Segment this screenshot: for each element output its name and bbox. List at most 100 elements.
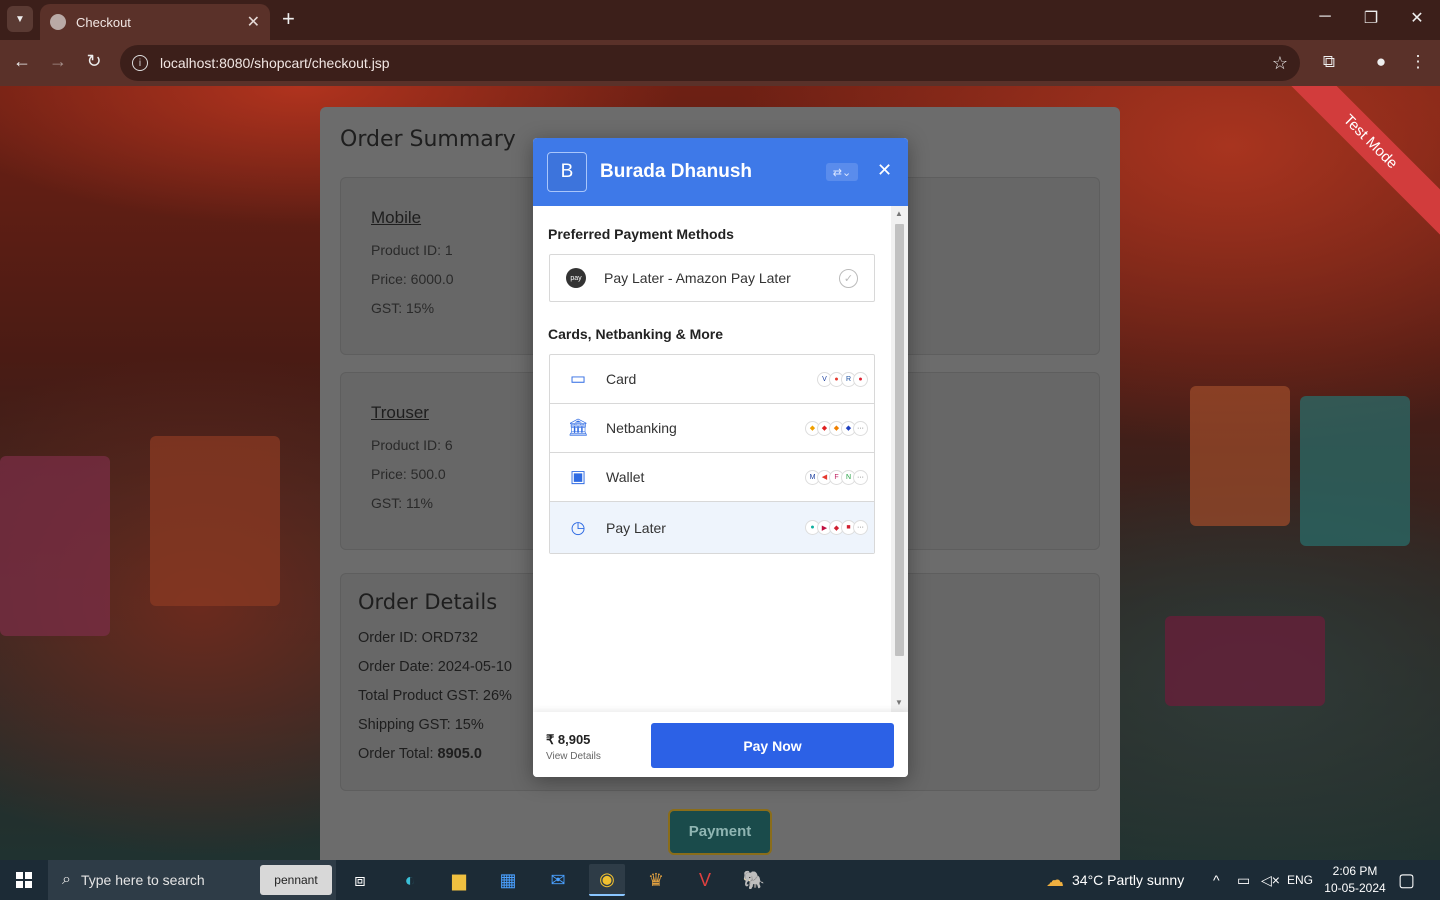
edge-icon[interactable]: ◐ [392,864,428,896]
modal-footer: ₹ 8,905 View Details Pay Now [533,712,908,777]
merchant-name: Burada Dhanush [600,161,753,182]
amount: ₹ 8,905 [546,732,591,747]
pennant-widget[interactable]: pennant [260,865,332,895]
globe-icon [50,14,66,30]
merchant-logo: B [547,152,587,192]
payment-modal: B Burada Dhanush ⇄⌄ ✕ Preferred Payment … [533,138,908,777]
tab-search-button[interactable]: ▼ [7,6,33,32]
chevron-down-icon: ▼ [15,13,25,25]
more-icon: ··· [853,420,868,436]
decor-box [1300,396,1410,546]
modal-header: B Burada Dhanush ⇄⌄ ✕ [533,138,908,206]
test-mode-ribbon: Test Mode [1266,86,1440,246]
show-hidden-icons[interactable]: ^ [1213,860,1220,900]
new-tab-button[interactable]: + [282,8,295,30]
task-view-icon[interactable]: ⧈ [342,864,378,896]
app-icon[interactable]: V [687,864,723,896]
info-icon[interactable]: i [132,55,148,71]
payment-button[interactable]: Payment [668,809,772,855]
method-card[interactable]: ▭ Card V ● R ● [550,355,874,404]
bank-icon: 🏛 [567,418,589,437]
wallet-logos: M ◀ F N ··· [805,469,868,485]
view-details-link[interactable]: View Details [546,751,601,762]
network-icon[interactable]: ▭ [1237,860,1250,900]
url-text: localhost:8080/shopcart/checkout.jsp [160,55,390,71]
maestro-logo-icon: ● [853,371,868,387]
volume-icon[interactable]: ◁× [1261,860,1280,900]
modal-scrollbar[interactable]: ▲ ▼ [891,206,908,712]
order-total: Order Total: 8905.0 [358,746,482,762]
order-total-label: Order Total: [358,746,438,762]
taskbar: ⌕ Type here to search pennant ⧈ ◐ ▆ ▦ ✉ … [0,860,1440,900]
forward-button[interactable]: → [46,51,70,72]
method-label: Netbanking [606,420,677,436]
notifications-icon[interactable]: ▢ [1398,860,1415,900]
language-indicator[interactable]: ENG [1287,860,1313,900]
decor-box [1190,386,1290,526]
minimize-button[interactable]: ─ [1315,8,1335,26]
decor-box [1165,616,1325,706]
method-wallet[interactable]: ▣ Wallet M ◀ F N ··· [550,453,874,502]
address-bar[interactable]: i localhost:8080/shopcart/checkout.jsp ☆ [120,45,1300,81]
bank-logos: ◆ ◆ ◆ ◆ ··· [805,420,868,436]
pay-now-button[interactable]: Pay Now [651,723,894,768]
scrollbar-thumb[interactable] [895,224,904,656]
tab-title: Checkout [76,14,131,30]
pay-later-icon: ◷ [570,517,586,537]
scroll-down-icon[interactable]: ▼ [895,698,903,707]
close-window-button[interactable]: ✕ [1407,8,1427,28]
store-icon[interactable]: ▦ [490,864,526,896]
more-icon: ··· [853,520,868,535]
windows-logo-icon [16,872,32,888]
method-pay-later[interactable]: ◷ Pay Later ● ▶ ◆ ■ ··· [550,502,874,553]
restore-button[interactable]: ❐ [1361,8,1381,28]
clock[interactable]: 2:06 PM 10-05-2024 [1318,863,1392,897]
product-id: Product ID: 1 [371,242,453,258]
preferred-methods-title: Preferred Payment Methods [548,226,734,242]
close-tab-icon[interactable]: ✕ [247,12,260,32]
extensions-icon[interactable]: ⧉ [1318,52,1340,72]
order-summary-title: Order Summary [340,127,516,152]
decor-box [150,436,280,606]
start-button[interactable] [0,860,48,900]
product-price: Price: 6000.0 [371,271,454,287]
postgres-icon[interactable]: 🐘 [736,864,772,896]
more-icon: ··· [853,469,868,485]
cards-netbanking-title: Cards, Netbanking & More [548,326,724,342]
card-network-logos: V ● R ● [817,371,868,387]
order-total-value: 8905.0 [437,746,482,762]
browser-tab[interactable]: Checkout ✕ [40,4,270,40]
shipping-gst: Shipping GST: 15% [358,717,484,733]
back-button[interactable]: ← [10,51,34,72]
decor-box [0,456,110,636]
close-modal-icon[interactable]: ✕ [877,160,892,181]
product-price: Price: 500.0 [371,466,446,482]
chrome-icon[interactable]: ◉ [589,864,625,896]
amazon-pay-icon: pay [566,268,586,288]
method-label: Wallet [606,469,645,485]
browser-tabbar: ▼ Checkout ✕ + ─ ❐ ✕ [0,0,1440,40]
profile-icon[interactable]: ● [1370,52,1392,72]
wallet-icon: ▣ [569,467,587,486]
file-explorer-icon[interactable]: ▆ [441,864,477,896]
language-selector[interactable]: ⇄⌄ [826,163,858,181]
preferred-method-option[interactable]: pay Pay Later - Amazon Pay Later ✓ [549,254,875,302]
bookmark-star-icon[interactable]: ☆ [1272,53,1288,74]
method-label: Card [606,371,637,387]
translate-icon: ⇄⌄ [832,166,852,179]
weather-widget[interactable]: ☁ 34°C Partly sunny [1046,860,1184,900]
modal-body: Preferred Payment Methods pay Pay Later … [533,206,908,712]
pay-later-logos: ● ▶ ◆ ■ ··· [805,520,868,535]
mail-icon[interactable]: ✉ [540,864,576,896]
product-gst-total: Total Product GST: 26% [358,688,512,704]
menu-kebab-icon[interactable]: ⋮ [1407,52,1429,72]
method-netbanking[interactable]: 🏛 Netbanking ◆ ◆ ◆ ◆ ··· [550,404,874,453]
weather-icon: ☁ [1046,869,1064,890]
payment-methods-list: ▭ Card V ● R ● 🏛 Netbanking ◆ ◆ ◆ ◆ ··· [549,354,875,554]
scroll-up-icon[interactable]: ▲ [895,209,903,218]
product-gst: GST: 11% [371,495,433,511]
product-name: Mobile [371,208,422,227]
reload-button[interactable]: ↻ [82,51,106,72]
game-app-icon[interactable]: ♛ [638,864,674,896]
product-id: Product ID: 6 [371,437,453,453]
